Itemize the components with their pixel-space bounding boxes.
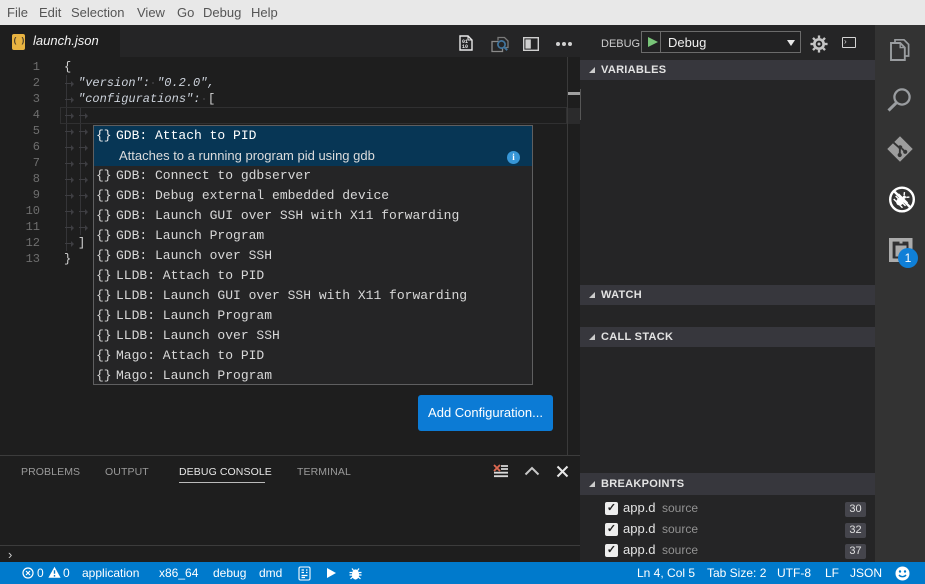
svg-text:10: 10 xyxy=(462,44,468,50)
svg-text:1: 1 xyxy=(905,251,912,265)
